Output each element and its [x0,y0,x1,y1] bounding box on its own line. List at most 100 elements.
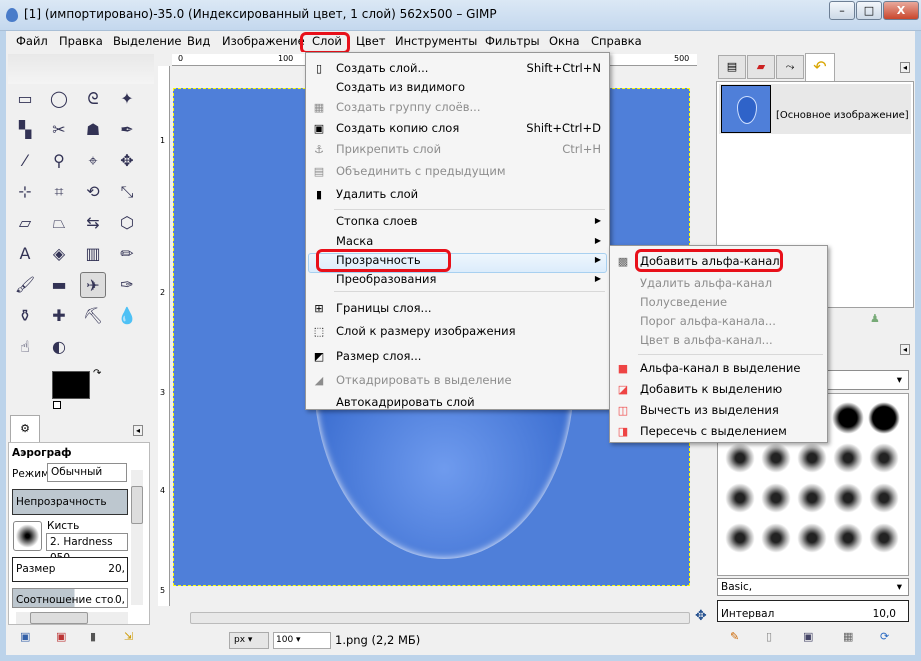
paths-tab-icon[interactable]: ⤳ [776,55,804,79]
heal-icon[interactable]: ✚ [46,303,72,329]
airbrush-icon[interactable]: ✈ [80,272,106,298]
brush-swatch[interactable] [760,442,792,474]
maximize-button[interactable]: □ [856,1,882,20]
layer-menu-item[interactable]: Прикрепить слой [336,142,441,156]
tool-options-vscrollbar[interactable] [131,470,143,605]
panel-menu-icon[interactable]: ◂ [133,425,144,436]
layer-menu-item[interactable]: Удалить слой [336,187,418,201]
refresh-brushes-icon[interactable]: ⟳ [880,630,889,643]
transparency-menu-item[interactable]: Полусведение [640,295,727,309]
minimize-button[interactable]: – [829,1,855,20]
default-colors-icon[interactable] [53,401,61,409]
brush-swatch[interactable] [832,442,864,474]
size-slider[interactable]: Размер 20, [12,557,128,582]
menu-colors[interactable]: Цвет [356,34,385,48]
opacity-slider[interactable]: Непрозрачность [12,489,128,515]
undo-history-tab-icon[interactable]: ↶ [805,53,835,81]
brush-name-field[interactable]: 2. Hardness 050 [46,533,128,564]
layer-menu-item[interactable]: Создать группу слоёв... [336,100,481,114]
unit-select[interactable]: px ▾ [229,632,269,649]
delete-preset-icon[interactable]: ▮ [90,630,96,643]
channels-tab-icon[interactable]: ▰ [747,55,775,79]
move-icon[interactable]: ✥ [114,148,140,174]
zoom-select[interactable]: 100 ▾ [273,632,331,649]
brush-swatch[interactable] [868,442,900,474]
brush-swatch[interactable] [832,482,864,514]
shear-icon[interactable]: ▱ [12,210,38,236]
brush-swatch[interactable] [796,482,828,514]
brush-swatch[interactable] [796,522,828,554]
cage-icon[interactable]: ⬡ [114,210,140,236]
duplicate-brush-icon[interactable]: ▣ [803,630,813,643]
layer-menu-item[interactable]: Объединить с предыдущим [336,164,506,178]
layer-menu-item[interactable]: Размер слоя... [336,349,421,363]
menu-tools[interactable]: Инструменты [395,34,477,48]
layer-menu-item[interactable]: Слой к размеру изображения [336,324,516,338]
color-picker-icon[interactable]: ⁄ [12,148,38,174]
select-by-color-icon[interactable]: ▚ [12,117,38,143]
foreground-color[interactable] [52,371,90,399]
history-item[interactable]: [Основное изображение] [719,84,911,134]
layer-menu-item[interactable]: Создать слой... [336,61,428,75]
fuzzy-select-icon[interactable]: ✦ [114,86,140,112]
menu-file[interactable]: Файл [16,34,48,48]
swap-colors-icon[interactable]: ↷ [93,368,101,379]
layer-menu-item[interactable]: Создать копию слоя [336,121,459,135]
mode-select[interactable]: Обычный [47,463,127,482]
restore-preset-icon[interactable]: ▣ [56,630,66,643]
brush-swatch[interactable] [724,482,756,514]
layer-menu-item[interactable]: Маска [336,234,373,248]
measure-icon[interactable]: ⌖ [80,148,106,174]
gradient-icon[interactable]: ▥ [80,241,106,267]
canvas-hscrollbar[interactable] [190,612,690,624]
menu-view[interactable]: Вид [187,34,210,48]
text-icon[interactable]: A [12,241,38,267]
transparency-menu-item[interactable]: Пересечь с выделением [640,424,787,438]
spacing-slider[interactable]: Интервал 10,0 [717,600,909,622]
blur-icon[interactable]: 💧 [114,303,140,329]
ink-icon[interactable]: ✑ [114,272,140,298]
scale-icon[interactable]: ⤡ [114,179,140,205]
new-brush-icon[interactable]: ▯ [766,630,772,643]
edit-brush-icon[interactable]: ✎ [730,630,739,643]
close-button[interactable]: X [883,1,919,20]
navigate-icon[interactable]: ✥ [695,608,707,624]
perspective-clone-icon[interactable]: ⛏ [80,303,106,329]
paintbrush-icon[interactable]: 🖌 [12,272,38,298]
rotate-icon[interactable]: ⟲ [80,179,106,205]
tool-options-tab[interactable]: ⚙ [10,415,40,443]
save-preset-icon[interactable]: ▣ [20,630,30,643]
layer-menu-item[interactable]: Автокадрировать слой [336,395,475,409]
brush-swatch[interactable] [868,482,900,514]
eraser-icon[interactable]: ▬ [46,272,72,298]
brush-preview[interactable] [13,521,42,551]
zoom-icon[interactable]: ⚲ [46,148,72,174]
free-select-icon[interactable]: ᘓ [80,86,106,112]
menu-windows[interactable]: Окна [549,34,580,48]
pencil-icon[interactable]: ✏ [114,241,140,267]
panel-menu-icon[interactable]: ◂ [900,62,911,73]
menu-edit[interactable]: Правка [59,34,103,48]
brush-swatch[interactable] [796,442,828,474]
menu-image[interactable]: Изображение [222,34,305,48]
brush-swatch[interactable] [832,402,864,434]
transparency-menu-item[interactable]: Порог альфа-канала... [640,314,776,328]
crop-icon[interactable]: ⌗ [46,179,72,205]
brush-swatch[interactable] [832,522,864,554]
rect-select-icon[interactable]: ▭ [12,86,38,112]
menu-select[interactable]: Выделение [113,34,182,48]
layer-menu-item[interactable]: Стопка слоев [336,214,418,228]
brush-swatch[interactable] [724,522,756,554]
brush-swatch[interactable] [724,442,756,474]
menu-help[interactable]: Справка [591,34,642,48]
brush-swatch[interactable] [760,522,792,554]
clear-history-icon[interactable]: ♟ [870,312,880,325]
transparency-menu-item[interactable]: Удалить альфа-канал [640,276,772,290]
tool-options-hscrollbar[interactable] [16,612,128,624]
layer-menu-item[interactable]: Откадрировать в выделение [336,373,512,387]
clone-icon[interactable]: ⚱ [12,303,38,329]
aspect-ratio-slider[interactable]: Соотношение сто... 0, [12,588,128,608]
brush-swatch[interactable] [868,522,900,554]
layer-menu-item[interactable]: Преобразования [336,272,436,286]
smudge-icon[interactable]: ☝ [12,334,38,360]
